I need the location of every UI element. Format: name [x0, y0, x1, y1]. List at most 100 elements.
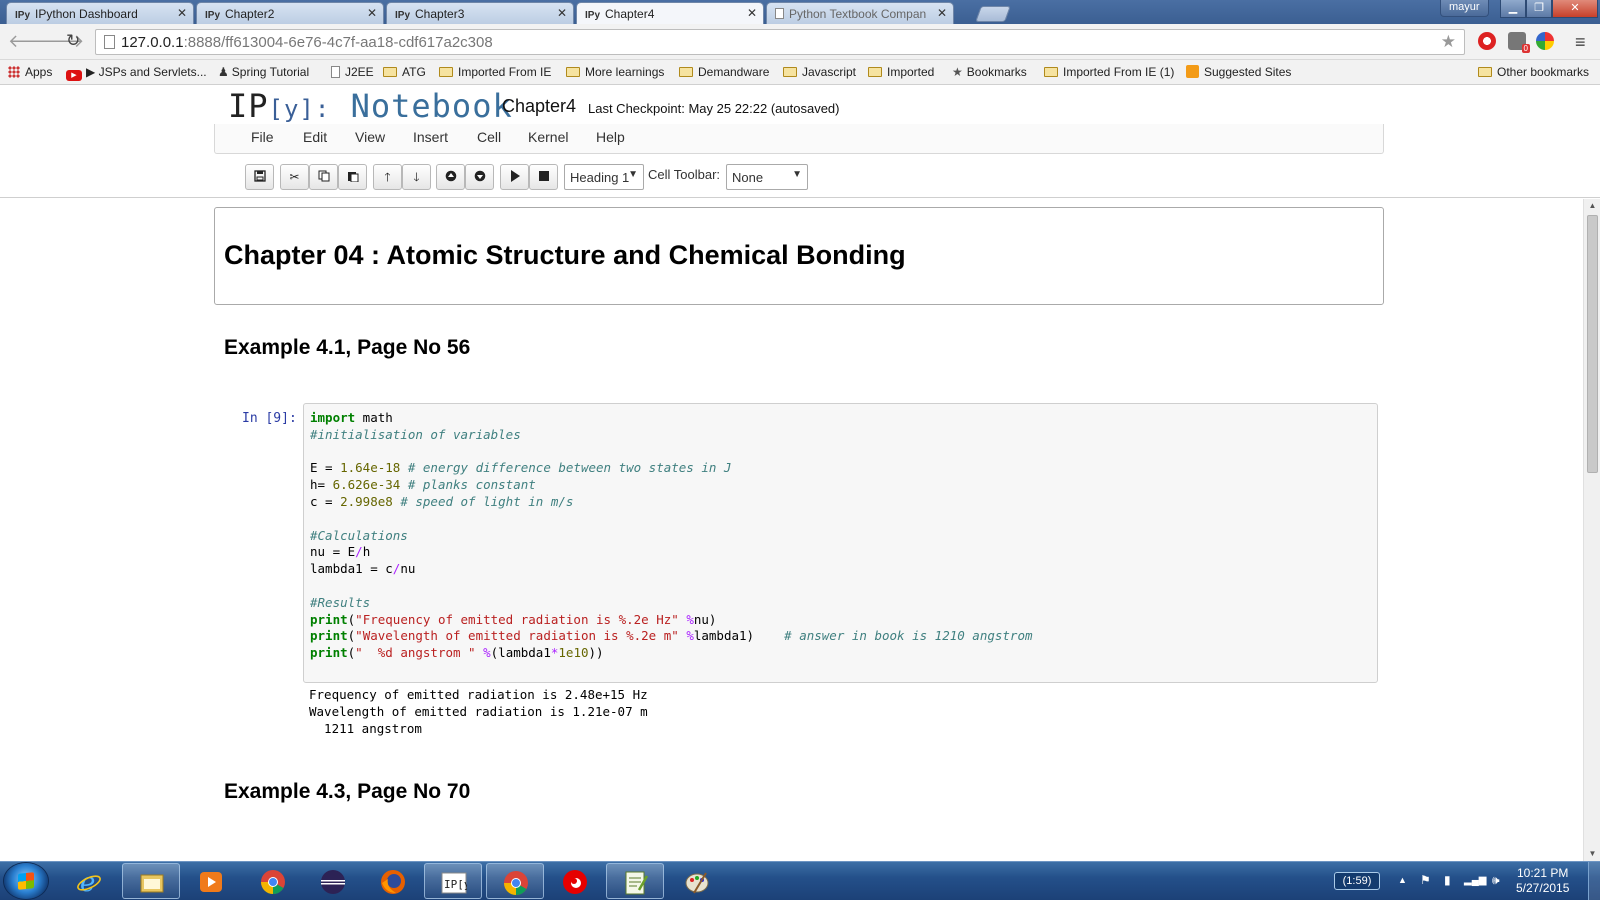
- taskbar-chrome[interactable]: [244, 863, 302, 899]
- tab-chapter4[interactable]: IPy Chapter4 ✕: [576, 2, 764, 24]
- menu-help[interactable]: Help: [596, 129, 625, 145]
- show-hidden-icons-icon[interactable]: ▲: [1398, 875, 1407, 885]
- action-center-flag-icon[interactable]: ⚑: [1420, 873, 1431, 887]
- page-scrollbar[interactable]: ▲ ▼: [1583, 199, 1600, 861]
- example-4-1-heading[interactable]: Example 4.1, Page No 56: [224, 336, 470, 360]
- example-4-3-heading[interactable]: Example 4.3, Page No 70: [224, 780, 470, 804]
- start-button[interactable]: [4, 863, 48, 899]
- copy-icon[interactable]: [309, 164, 338, 190]
- run-cell-icon[interactable]: [500, 164, 529, 190]
- system-clock[interactable]: 10:21 PM 5/27/2015: [1516, 866, 1569, 896]
- tab-chapter3[interactable]: IPy Chapter3 ✕: [386, 2, 574, 24]
- interrupt-kernel-icon[interactable]: [529, 164, 558, 190]
- taskbar-paint[interactable]: [668, 863, 726, 899]
- network-signal-icon[interactable]: ▂▄▆: [1464, 875, 1486, 886]
- insert-below-icon[interactable]: [465, 164, 494, 190]
- bookmark-bookmarks[interactable]: ★ Bookmarks: [952, 65, 1027, 79]
- move-up-icon[interactable]: 🡑: [373, 164, 402, 190]
- close-tab-icon[interactable]: ✕: [557, 6, 567, 20]
- chrome-menu-icon[interactable]: ≡: [1575, 32, 1586, 53]
- folder-icon: [868, 67, 882, 77]
- minimize-button[interactable]: ▁: [1500, 0, 1526, 18]
- bookmark-spring-tutorial[interactable]: ♟ Spring Tutorial: [218, 65, 309, 79]
- menu-kernel[interactable]: Kernel: [528, 129, 568, 145]
- taskbar-eclipse[interactable]: [304, 863, 362, 899]
- taskbar-internet-explorer[interactable]: e: [60, 863, 118, 899]
- ipython-notebook-logo[interactable]: IP[y]: Notebook: [228, 87, 513, 125]
- scroll-thumb[interactable]: [1587, 215, 1598, 473]
- bookmark-imported-from-ie-1[interactable]: Imported From IE (1): [1044, 65, 1174, 79]
- close-tab-icon[interactable]: ✕: [367, 6, 377, 20]
- menu-file[interactable]: File: [251, 129, 274, 145]
- bookmark-apps[interactable]: Apps: [8, 65, 52, 79]
- bookmark-star-icon[interactable]: ★: [1441, 32, 1456, 52]
- tab-chapter2[interactable]: IPy Chapter2 ✕: [196, 2, 384, 24]
- save-icon[interactable]: [245, 164, 274, 190]
- notebook-name[interactable]: Chapter4: [502, 96, 576, 117]
- cut-icon[interactable]: ✂: [280, 164, 309, 190]
- taskbar-ipython[interactable]: IP[y]:: [424, 863, 482, 899]
- battery-timer[interactable]: (1:59): [1334, 872, 1380, 890]
- checkpoint-status: Last Checkpoint: May 25 22:22 (autosaved…: [588, 101, 840, 116]
- close-tab-icon[interactable]: ✕: [937, 6, 947, 20]
- ipython-favicon-icon: IPy: [395, 10, 411, 21]
- url-text[interactable]: 127.0.0.1:8888/ff613004-6e76-4c7f-aa18-c…: [121, 34, 493, 51]
- battery-icon[interactable]: ▮: [1444, 873, 1451, 887]
- bookmark-more-learnings[interactable]: More learnings: [566, 65, 664, 79]
- code-editor[interactable]: import math #initialisation of variables…: [310, 410, 1033, 662]
- tab-title: IPython Dashboard: [35, 7, 138, 21]
- close-tab-icon[interactable]: ✕: [177, 6, 187, 20]
- bookmark-label: Other bookmarks: [1497, 65, 1590, 79]
- tab-python-textbook-companion[interactable]: Python Textbook Compan ✕: [766, 2, 954, 24]
- windows-taskbar: e IP[y]: (1:59) ▲ ⚑ ▮ ▂▄▆ 🕪 10:21 PM 5/2…: [0, 861, 1600, 900]
- tab-ipython-dashboard[interactable]: IPy IPython Dashboard ✕: [6, 2, 194, 24]
- bookmark-j2ee[interactable]: J2EE: [331, 65, 374, 79]
- bookmark-label: Imported From IE: [458, 65, 552, 79]
- taskbar-chrome-active[interactable]: [486, 863, 544, 899]
- bookmark-imported-from-ie[interactable]: Imported From IE: [439, 65, 551, 79]
- chrome-icon: [261, 870, 285, 895]
- bookmark-label: Spring Tutorial: [231, 65, 310, 79]
- menu-view[interactable]: View: [355, 129, 385, 145]
- taskbar-media-player[interactable]: [182, 863, 240, 899]
- new-tab-button[interactable]: [975, 6, 1011, 22]
- taskbar-file-explorer[interactable]: [122, 863, 180, 899]
- menu-cell[interactable]: Cell: [477, 129, 501, 145]
- color-extension-icon[interactable]: [1536, 32, 1554, 50]
- taskbar-vodafone[interactable]: [546, 863, 604, 899]
- bookmark-other-bookmarks[interactable]: Other bookmarks: [1478, 65, 1589, 79]
- close-tab-icon[interactable]: ✕: [747, 6, 757, 20]
- bookmark-imported[interactable]: Imported: [868, 65, 934, 79]
- close-window-button[interactable]: ✕: [1552, 0, 1598, 18]
- bookmark-label: Demandware: [698, 65, 770, 79]
- volume-icon[interactable]: 🕪: [1492, 873, 1500, 888]
- adblock-extension-icon[interactable]: [1478, 32, 1496, 50]
- cell-toolbar-select[interactable]: None ▼: [726, 164, 808, 190]
- reload-icon[interactable]: ↻: [66, 31, 80, 51]
- code-cell-input[interactable]: import math #initialisation of variables…: [303, 403, 1378, 683]
- bookmark-atg[interactable]: ATG: [383, 65, 426, 79]
- paste-icon[interactable]: [338, 164, 367, 190]
- cell-type-select[interactable]: Heading 1 ▼: [564, 164, 644, 190]
- heading-cell[interactable]: Chapter 04 : Atomic Structure and Chemic…: [214, 207, 1384, 305]
- maximize-button[interactable]: ❐: [1526, 0, 1552, 18]
- bookmark-demandware[interactable]: Demandware: [679, 65, 769, 79]
- bookmark-label: J2EE: [345, 65, 374, 79]
- move-down-icon[interactable]: 🡓: [402, 164, 431, 190]
- show-desktop-button[interactable]: [1588, 862, 1600, 900]
- scroll-down-icon[interactable]: ▼: [1584, 847, 1600, 861]
- insert-above-icon[interactable]: [436, 164, 465, 190]
- menu-edit[interactable]: Edit: [303, 129, 327, 145]
- extension-icon[interactable]: 0: [1508, 32, 1530, 53]
- chapter-heading: Chapter 04 : Atomic Structure and Chemic…: [224, 240, 906, 270]
- bookmark-suggested-sites[interactable]: Suggested Sites: [1186, 65, 1291, 79]
- ipython-favicon-icon: IPy: [15, 10, 31, 21]
- menu-insert[interactable]: Insert: [413, 129, 448, 145]
- bookmark-jsps-servlets[interactable]: ▶ ▶ JSPs and Servlets...: [66, 65, 207, 81]
- profile-badge[interactable]: mayur: [1440, 0, 1489, 17]
- scroll-up-icon[interactable]: ▲: [1584, 199, 1600, 213]
- bookmark-javascript[interactable]: Javascript: [783, 65, 856, 79]
- taskbar-firefox[interactable]: [364, 863, 422, 899]
- taskbar-notepad[interactable]: [606, 863, 664, 899]
- address-bar[interactable]: 127.0.0.1:8888/ff613004-6e76-4c7f-aa18-c…: [95, 29, 1465, 55]
